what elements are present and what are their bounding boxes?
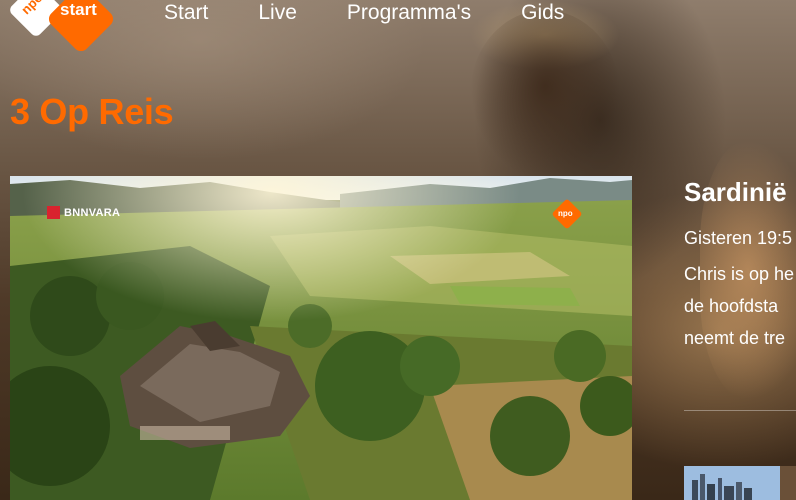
broadcaster-label: BNNVARA xyxy=(64,206,121,219)
bnnvara-logo-icon xyxy=(47,206,60,219)
top-navigation: npo start Start Live Programma's Gids xyxy=(0,0,796,55)
page-title: 3 Op Reis xyxy=(10,91,174,132)
video-frame-landscape xyxy=(10,176,632,500)
npo-start-logo[interactable]: npo start xyxy=(7,0,118,55)
npo-channel-bug-text: npo xyxy=(558,209,573,218)
episode-air-date: Gisteren 19:5 xyxy=(684,228,793,248)
thumbnail-skyline-image xyxy=(684,466,796,500)
main-nav: Start Live Programma's Gids xyxy=(164,0,614,28)
divider xyxy=(684,410,796,411)
episode-title[interactable]: Sardinië xyxy=(684,176,787,208)
video-player[interactable]: BNNVARA npo xyxy=(10,176,632,500)
episode-description-line: de hoofdsta xyxy=(684,296,779,316)
episode-description-line: neemt de tre xyxy=(684,328,786,348)
episode-description: Chris is op he de hoofdsta neemt de tre xyxy=(684,258,796,354)
broadcaster-watermark: BNNVARA xyxy=(47,206,120,219)
nav-start[interactable]: Start xyxy=(164,0,208,28)
nav-gids[interactable]: Gids xyxy=(521,0,564,28)
episode-thumbnail[interactable] xyxy=(684,466,796,500)
start-logo-text: start xyxy=(60,0,97,19)
episode-description-line: Chris is op he xyxy=(684,264,795,284)
nav-live[interactable]: Live xyxy=(258,0,297,28)
nav-programmas[interactable]: Programma's xyxy=(347,0,471,28)
